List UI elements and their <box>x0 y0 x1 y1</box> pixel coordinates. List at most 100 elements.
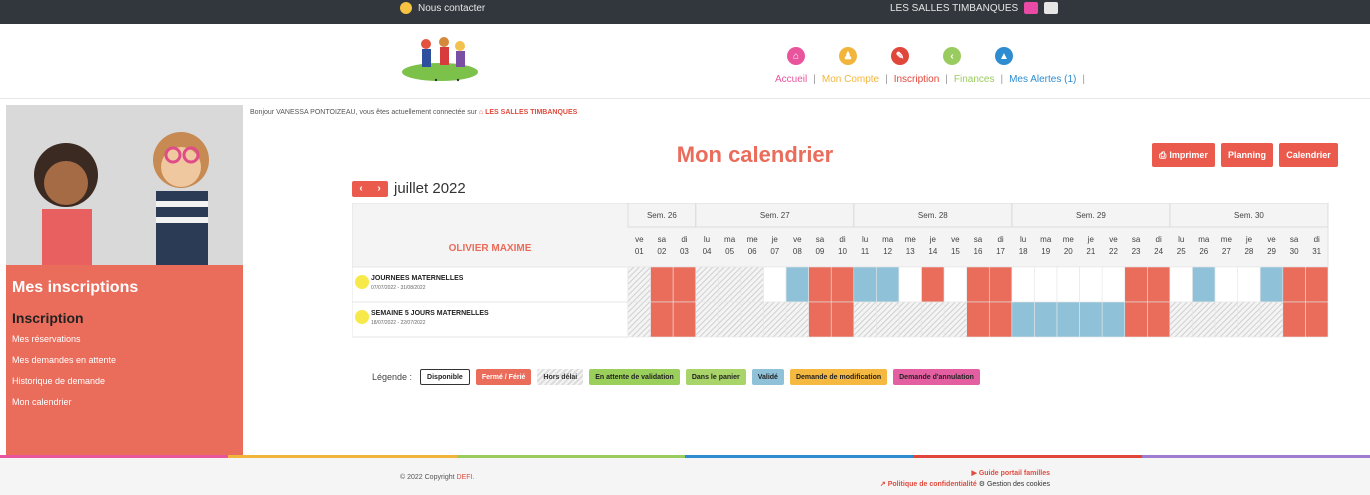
sidebar-item-reservations[interactable]: Mes réservations <box>12 334 116 344</box>
calendar-day-cell[interactable] <box>808 301 832 338</box>
calendar-day-cell[interactable] <box>1034 266 1058 303</box>
calendar-day-cell[interactable] <box>1259 301 1284 338</box>
calendar-day-cell[interactable] <box>650 266 674 303</box>
calendar-day-cell[interactable] <box>1169 301 1193 338</box>
print-button[interactable]: ⎙ Imprimer <box>1152 143 1215 167</box>
home-icon[interactable]: ⌂ <box>787 47 805 65</box>
nav-link-1[interactable]: Mon Compte <box>819 74 882 85</box>
calendar-day-cell[interactable] <box>1011 301 1035 338</box>
day-number: 07 <box>770 247 779 256</box>
calendar-day-cell[interactable] <box>627 301 651 338</box>
calendar-day-cell[interactable] <box>763 301 787 338</box>
calendar-day-cell[interactable] <box>718 266 742 303</box>
calendar-day-cell[interactable] <box>1259 266 1284 303</box>
calendar-day-cell[interactable] <box>763 266 787 303</box>
previous-month-button[interactable]: ‹ <box>352 181 370 197</box>
user-icon[interactable]: ♟ <box>839 47 857 65</box>
calendar-day-cell[interactable] <box>898 301 922 338</box>
day-name: di <box>1314 235 1320 244</box>
next-month-button[interactable]: › <box>370 181 388 197</box>
calendar-day-cell[interactable] <box>1305 301 1329 338</box>
nav-item-1[interactable]: ♟ <box>822 47 874 65</box>
calendar-day-cell[interactable] <box>1192 266 1216 303</box>
day-number: 16 <box>974 247 983 256</box>
nav-link-2[interactable]: Inscription <box>891 74 943 85</box>
sidebar-item-my-calendar[interactable]: Mon calendrier <box>12 397 116 407</box>
calendar-day-cell[interactable] <box>921 301 945 338</box>
nav-link-3[interactable]: Finances <box>951 74 998 85</box>
copyright-brand-link[interactable]: DEFI. <box>457 474 475 481</box>
calendar-day-cell[interactable] <box>1011 266 1035 303</box>
legend: Légende : Disponible Fermé / Férié Hors … <box>372 369 980 385</box>
calendar-day-cell[interactable] <box>1034 301 1058 338</box>
calendar-day-cell[interactable] <box>650 301 674 338</box>
calendar-day-cell[interactable] <box>1214 301 1238 338</box>
planning-button[interactable]: Planning <box>1221 143 1273 167</box>
calendar-day-cell[interactable] <box>921 266 945 303</box>
cookies-link[interactable]: Gestion des cookies <box>987 481 1050 488</box>
calendar-day-cell[interactable] <box>1079 301 1103 338</box>
contact-link[interactable]: Nous contacter <box>400 0 485 16</box>
nav-item-2[interactable]: ✎ <box>874 47 926 65</box>
finance-icon[interactable]: ‹ <box>943 47 961 65</box>
calendar-day-cell[interactable] <box>966 301 990 338</box>
calendar-day-cell[interactable] <box>808 266 832 303</box>
calendar-day-cell[interactable] <box>1056 266 1080 303</box>
calendar-day-cell[interactable] <box>1101 266 1126 303</box>
calendar-day-cell[interactable] <box>966 266 990 303</box>
calendar-day-cell[interactable] <box>1079 266 1103 303</box>
calendar-day-cell[interactable] <box>1101 301 1126 338</box>
calendar-day-cell[interactable] <box>853 266 877 303</box>
calendar-day-cell[interactable] <box>943 266 967 303</box>
calendar-day-cell[interactable] <box>876 301 900 338</box>
calendar-day-cell[interactable] <box>1192 301 1216 338</box>
calendar-day-cell[interactable] <box>740 301 764 338</box>
calendar-day-cell[interactable] <box>1124 266 1148 303</box>
calendar-day-cell[interactable] <box>785 301 809 338</box>
calendar-day-cell[interactable] <box>853 301 877 338</box>
site-selector[interactable]: LES SALLES TIMBANQUES <box>890 0 1059 16</box>
nav-item-4[interactable]: ▲ <box>978 47 1030 65</box>
calendar-day-cell[interactable] <box>785 266 809 303</box>
calendar-day-cell[interactable] <box>1147 266 1171 303</box>
calendar-day-cell[interactable] <box>672 301 697 338</box>
calendar-day-cell[interactable] <box>898 266 922 303</box>
nav-link-0[interactable]: Accueil <box>772 74 810 85</box>
calendar-day-cell[interactable] <box>1169 266 1193 303</box>
sidebar-item-pending-requests[interactable]: Mes demandes en attente <box>12 355 116 365</box>
calendar-day-cell[interactable] <box>988 301 1013 338</box>
calendar-day-cell[interactable] <box>988 266 1013 303</box>
calendar-day-cell[interactable] <box>830 301 855 338</box>
calendar-day-cell[interactable] <box>718 301 742 338</box>
calendar-day-cell[interactable] <box>1237 266 1261 303</box>
pencil-icon[interactable]: ✎ <box>891 47 909 65</box>
nav-item-0[interactable]: ⌂ <box>770 47 822 65</box>
nav-item-3[interactable]: ‹ <box>926 47 978 65</box>
calendar-day-cell[interactable] <box>1214 266 1238 303</box>
guide-link[interactable]: ▶ Guide portail familles <box>850 469 1050 477</box>
calendar-day-cell[interactable] <box>740 266 764 303</box>
calendar-day-cell[interactable] <box>830 266 855 303</box>
calendar-day-cell[interactable] <box>672 266 697 303</box>
calendar-day-cell[interactable] <box>943 301 967 338</box>
calendar-day-cell[interactable] <box>1237 301 1261 338</box>
external-link-icon: ↗ <box>879 481 886 488</box>
calendar-day-cell[interactable] <box>1147 301 1171 338</box>
privacy-link[interactable]: Politique de confidentialité <box>888 481 977 488</box>
mail-icon[interactable] <box>1024 2 1039 14</box>
calendar-day-cell[interactable] <box>695 266 719 303</box>
calendar-day-cell[interactable] <box>1282 266 1306 303</box>
logout-icon[interactable] <box>1044 2 1059 14</box>
calendar-day-cell[interactable] <box>627 266 651 303</box>
calendar-day-cell[interactable] <box>1124 301 1148 338</box>
alert-icon[interactable]: ▲ <box>995 47 1013 65</box>
nav-link-4[interactable]: Mes Alertes (1) <box>1006 74 1079 85</box>
calendar-day-cell[interactable] <box>876 266 900 303</box>
calendar-day-cell[interactable] <box>1305 266 1329 303</box>
calendar-day-cell[interactable] <box>1056 301 1080 338</box>
calendar-day-cell[interactable] <box>695 301 719 338</box>
calendar-button[interactable]: Calendrier <box>1279 143 1338 167</box>
logo[interactable] <box>398 30 482 88</box>
calendar-day-cell[interactable] <box>1282 301 1306 338</box>
sidebar-item-request-history[interactable]: Historique de demande <box>12 376 116 386</box>
